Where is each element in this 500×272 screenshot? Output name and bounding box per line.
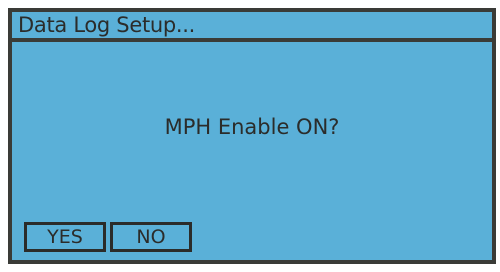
screen-title: Data Log Setup... — [18, 13, 196, 37]
title-bar: Data Log Setup... — [12, 12, 492, 42]
yes-button[interactable]: YES — [24, 222, 106, 252]
display-frame: Data Log Setup... MPH Enable ON? YES NO — [8, 8, 496, 264]
no-button[interactable]: NO — [110, 222, 192, 252]
softkey-row: YES NO — [24, 222, 192, 252]
confirmation-prompt: MPH Enable ON? — [164, 115, 340, 139]
lcd-screen: Data Log Setup... MPH Enable ON? YES NO — [12, 12, 492, 260]
